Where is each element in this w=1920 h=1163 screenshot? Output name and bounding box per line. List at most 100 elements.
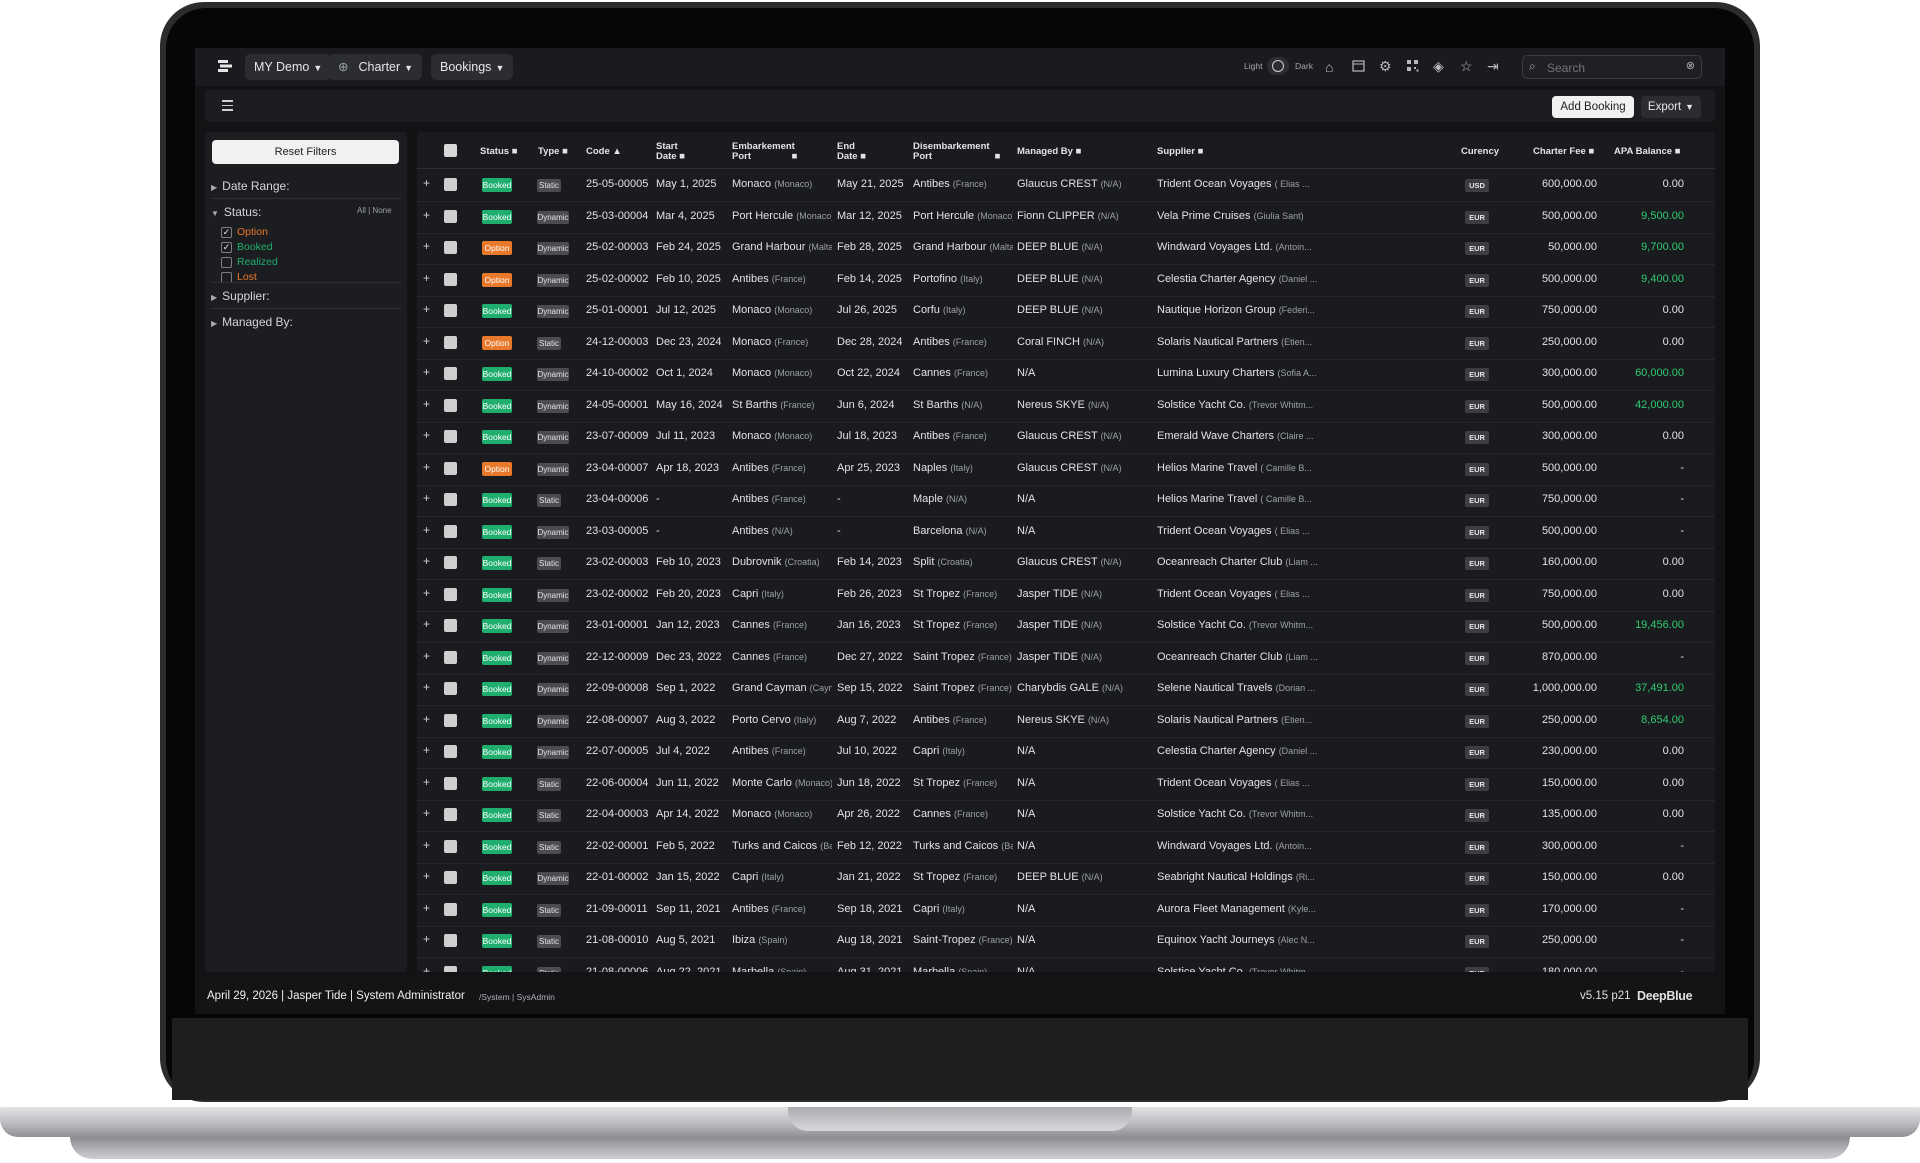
row-checkbox[interactable]	[444, 871, 457, 884]
expand-icon[interactable]: +	[423, 586, 430, 600]
table-row[interactable]: + Booked Dynamic 22-01-00002 Jan 15, 2022 Cap…	[417, 862, 1715, 895]
table-row[interactable]: + Booked Static 21-09-00011 Sep 11, 2021 Anti…	[417, 894, 1715, 927]
expand-icon[interactable]: +	[423, 838, 430, 852]
status-all-none-link[interactable]: All | None	[357, 206, 392, 215]
expand-icon[interactable]: +	[423, 428, 430, 442]
expand-icon[interactable]: +	[423, 649, 430, 663]
expand-icon[interactable]: +	[423, 176, 430, 190]
status-option-label[interactable]: Option	[237, 226, 268, 238]
table-row[interactable]: + Booked Dynamic 22-12-00009 Dec 23, 2022 Can…	[417, 642, 1715, 675]
booking-code[interactable]: 22-06-00004	[586, 777, 648, 789]
hamburger-menu-icon[interactable]	[222, 100, 233, 111]
expand-icon[interactable]: +	[423, 712, 430, 726]
clear-icon[interactable]: ⊗	[1686, 59, 1695, 72]
expand-icon[interactable]: +	[423, 964, 430, 973]
booking-code[interactable]: 21-08-00006	[586, 966, 648, 973]
row-checkbox[interactable]	[444, 934, 457, 947]
filter-status[interactable]: ▼ Status:	[211, 205, 261, 219]
booking-code[interactable]: 22-02-00001	[586, 840, 648, 852]
add-booking-button[interactable]: Add Booking	[1552, 96, 1634, 118]
table-row[interactable]: + Booked Dynamic 22-09-00008 Sep 1, 2022 Gran…	[417, 673, 1715, 706]
expand-icon[interactable]: +	[423, 208, 430, 222]
row-checkbox[interactable]	[444, 839, 457, 853]
booking-code[interactable]: 23-02-00003	[586, 556, 648, 568]
table-row[interactable]: + Option Static 24-12-00003 Dec 23, 2024 Mona…	[417, 327, 1715, 360]
reset-filters-button[interactable]: Reset Filters	[212, 140, 399, 164]
table-row[interactable]: + Booked Dynamic 23-07-00009 Jul 11, 2023 Mon…	[417, 421, 1715, 454]
search-box[interactable]: ⌕ ⊗	[1522, 55, 1702, 79]
status-option-checkbox[interactable]: ✓	[221, 227, 232, 238]
booking-code[interactable]: 25-01-00001	[586, 304, 648, 316]
row-checkbox[interactable]	[444, 209, 457, 223]
row-checkbox[interactable]	[444, 587, 457, 601]
booking-code[interactable]: 22-09-00008	[586, 682, 648, 694]
booking-code[interactable]: 22-01-00002	[586, 871, 648, 883]
booking-code[interactable]: 23-01-00001	[586, 619, 648, 631]
filter-date-range[interactable]: ▶ Date Range:	[211, 179, 290, 193]
row-checkbox[interactable]	[444, 745, 457, 758]
booking-code[interactable]: 21-08-00010	[586, 934, 648, 946]
filter-supplier[interactable]: ▶ Supplier:	[211, 289, 270, 303]
expand-icon[interactable]: +	[423, 397, 430, 411]
column-header-apa-balance[interactable]: APA Balance ■	[1614, 147, 1680, 157]
booking-code[interactable]: 22-08-00007	[586, 714, 648, 726]
status-option-checkbox[interactable]: ✓	[221, 242, 232, 253]
row-checkbox[interactable]	[444, 650, 457, 664]
expand-icon[interactable]: +	[423, 869, 430, 883]
column-header-currency[interactable]: Curency	[1461, 147, 1499, 157]
booking-code[interactable]: 23-03-00005	[586, 525, 648, 537]
status-option-checkbox[interactable]	[221, 257, 232, 268]
row-checkbox[interactable]	[444, 713, 457, 727]
table-row[interactable]: + Booked Static 22-02-00001 Feb 5, 2022 Turks…	[417, 831, 1715, 864]
booking-code[interactable]: 25-05-00005	[586, 178, 648, 190]
row-checkbox[interactable]	[444, 556, 457, 569]
export-dropdown[interactable]: Export ▼	[1641, 96, 1701, 118]
table-row[interactable]: + Booked Static 21-08-00010 Aug 5, 2021 Ibiza…	[417, 925, 1715, 958]
booking-code[interactable]: 22-04-00003	[586, 808, 648, 820]
home-icon[interactable]: ⌂	[1325, 59, 1333, 75]
table-row[interactable]: + Booked Dynamic 25-01-00001 Jul 12, 2025 Mon…	[417, 295, 1715, 328]
column-header-status[interactable]: Status ■	[480, 147, 517, 157]
row-checkbox[interactable]	[444, 902, 457, 916]
qr-code-icon[interactable]	[1406, 59, 1419, 75]
row-checkbox[interactable]	[444, 398, 457, 412]
column-header-embarkement-port[interactable]: Embarkement Port ■	[732, 142, 797, 162]
calendar-icon[interactable]	[1352, 59, 1365, 75]
expand-icon[interactable]: +	[423, 491, 430, 505]
expand-icon[interactable]: +	[423, 617, 430, 631]
booking-code[interactable]: 23-02-00002	[586, 588, 648, 600]
row-checkbox[interactable]	[444, 619, 457, 632]
row-checkbox[interactable]	[444, 272, 457, 286]
row-checkbox[interactable]	[444, 776, 457, 790]
gear-icon[interactable]: ⚙	[1379, 58, 1392, 74]
booking-code[interactable]: 25-02-00003	[586, 241, 648, 253]
booking-code[interactable]: 24-05-00001	[586, 399, 648, 411]
table-row[interactable]: + Booked Dynamic 22-08-00007 Aug 3, 2022 Port…	[417, 705, 1715, 738]
column-header-start-date[interactable]: Start Date ■	[656, 142, 685, 162]
expand-icon[interactable]: +	[423, 932, 430, 946]
expand-icon[interactable]: +	[423, 523, 430, 537]
column-header-type[interactable]: Type ■	[538, 147, 568, 157]
expand-icon[interactable]: +	[423, 806, 430, 820]
table-row[interactable]: + Option Dynamic 23-04-00007 Apr 18, 2023 Ant…	[417, 453, 1715, 486]
expand-icon[interactable]: +	[423, 901, 430, 915]
table-row[interactable]: + Booked Dynamic 25-03-00004 Mar 4, 2025 Port…	[417, 201, 1715, 234]
table-row[interactable]: + Option Dynamic 25-02-00002 Feb 10, 2025 Ant…	[417, 264, 1715, 297]
table-row[interactable]: + Booked Static 23-02-00003 Feb 10, 2023 Dubr…	[417, 547, 1715, 580]
expand-icon[interactable]: +	[423, 334, 430, 348]
table-row[interactable]: + Booked Static 25-05-00005 May 1, 2025 Monac…	[417, 169, 1715, 202]
section-dropdown[interactable]: Bookings ▼	[431, 54, 514, 80]
table-row[interactable]: + Booked Dynamic 23-02-00002 Feb 20, 2023 Cap…	[417, 579, 1715, 612]
expand-icon[interactable]: +	[423, 680, 430, 694]
row-checkbox[interactable]	[444, 808, 457, 821]
expand-icon[interactable]: +	[423, 460, 430, 474]
stack-icon[interactable]	[217, 59, 233, 76]
expand-icon[interactable]: +	[423, 743, 430, 757]
table-row[interactable]: + Booked Dynamic 24-05-00001 May 16, 2024 St …	[417, 390, 1715, 423]
booking-code[interactable]: 21-09-00011	[586, 903, 648, 915]
theme-toggle[interactable]	[1267, 57, 1289, 75]
row-checkbox[interactable]	[444, 367, 457, 380]
status-option-label[interactable]: Booked	[237, 241, 273, 253]
expand-icon[interactable]: +	[423, 554, 430, 568]
row-checkbox[interactable]	[444, 430, 457, 443]
